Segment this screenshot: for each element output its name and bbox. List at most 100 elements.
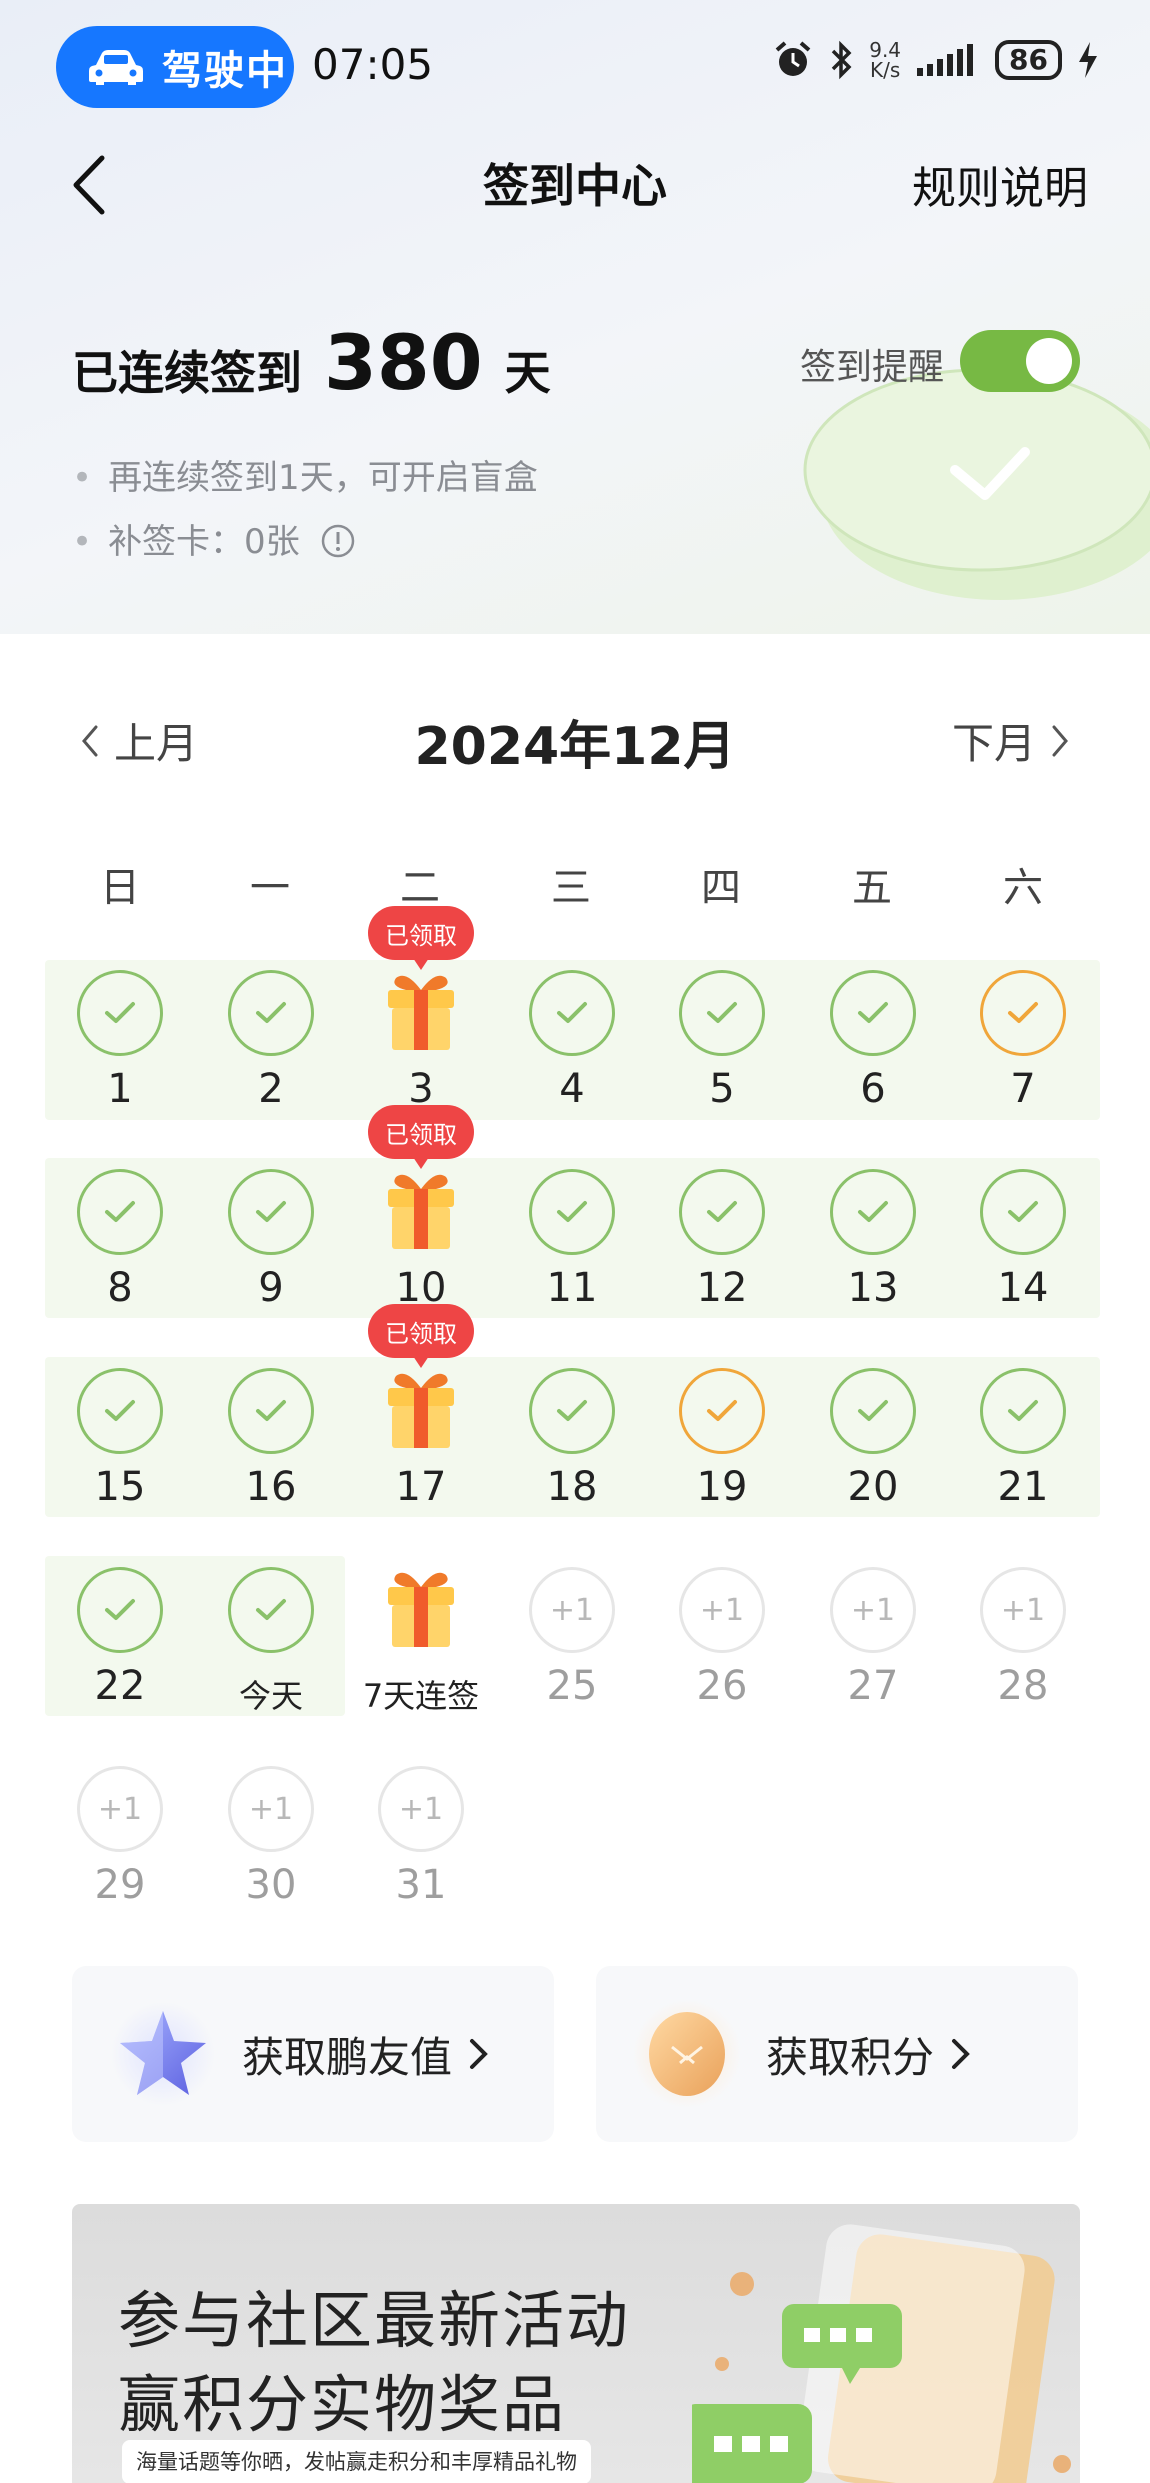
plus-one-circle: +1: [378, 1766, 464, 1852]
calendar-day[interactable]: +1 28: [948, 1567, 1098, 1717]
gift-box-icon: [388, 1373, 454, 1448]
check-icon: [1008, 1002, 1038, 1023]
calendar-day[interactable]: 16: [196, 1368, 346, 1518]
calendar-day[interactable]: 21: [948, 1368, 1098, 1518]
network-speed-unit: K/s: [869, 58, 901, 82]
checkmark-disc-decoration: [803, 368, 1150, 600]
claimed-badge: 已领取: [368, 906, 474, 970]
coin-icon: [633, 2000, 741, 2108]
alarm-icon: [775, 41, 811, 76]
calendar-day[interactable]: +1 27: [798, 1567, 948, 1717]
check-icon: [858, 1400, 888, 1421]
calendar-day[interactable]: 今天: [196, 1567, 346, 1717]
day-label: 2: [258, 1066, 284, 1112]
day-label: 19: [696, 1464, 748, 1510]
battery-indicator: 86: [995, 40, 1062, 80]
calendar-day[interactable]: 7: [948, 970, 1098, 1120]
calendar-day[interactable]: 19: [647, 1368, 797, 1518]
calendar-day[interactable]: 13: [798, 1169, 948, 1319]
signed-in-circle: [77, 1368, 163, 1454]
network-speed: 9.4 K/s: [869, 40, 901, 80]
signed-in-circle: [77, 970, 163, 1056]
streak-days: 380: [324, 318, 483, 407]
day-label: 31: [395, 1862, 447, 1908]
banner-title-line2: 赢积分实物奖品: [118, 2368, 567, 2441]
check-icon: [105, 1400, 135, 1421]
calendar-day[interactable]: 22: [45, 1567, 195, 1717]
calendar-day[interactable]: 11: [497, 1169, 647, 1319]
day-label: 22: [94, 1663, 146, 1709]
day-label: 18: [546, 1464, 598, 1510]
calendar-day[interactable]: +1 25: [497, 1567, 647, 1717]
calendar-day[interactable]: 9: [196, 1169, 346, 1319]
signed-in-circle: [529, 970, 615, 1056]
streak-summary: 已连续签到 380 天: [72, 318, 551, 407]
weekday-thu: 四: [701, 865, 741, 911]
check-icon: [256, 1599, 286, 1620]
signed-in-circle: [77, 1567, 163, 1653]
star-icon: [111, 2002, 215, 2106]
makeup-signed-circle: [980, 970, 1066, 1056]
blind-box-hint: 再连续签到1天，可开启盲盒: [72, 450, 538, 499]
friend-value-label: 获取鹏友值: [242, 2032, 453, 2082]
makeup-signed-circle: [679, 1368, 765, 1454]
rules-link[interactable]: 规则说明: [912, 152, 1088, 216]
points-card[interactable]: 获取积分: [596, 1966, 1078, 2142]
chat-bubbles-illustration: [692, 2224, 1071, 2483]
day-label: 29: [94, 1862, 146, 1908]
day-label: 25: [546, 1663, 598, 1709]
gift-box-icon: [388, 1174, 454, 1249]
calendar-day[interactable]: +1 29: [45, 1766, 195, 1916]
day-label: 15: [94, 1464, 146, 1510]
status-icons: 9.4 K/s 86: [773, 40, 1100, 80]
calendar-day[interactable]: 12: [647, 1169, 797, 1319]
calendar-day[interactable]: 5: [647, 970, 797, 1120]
calendar-day[interactable]: 4: [497, 970, 647, 1120]
calendar-day[interactable]: 15: [45, 1368, 195, 1518]
day-label: 9: [258, 1265, 284, 1311]
driving-mode-pill[interactable]: 驾驶中: [56, 26, 294, 108]
next-month-label: 下月: [951, 719, 1036, 768]
calendar-day[interactable]: 已领取 3: [346, 906, 496, 1120]
makeup-card-hint: 补签卡：0张: [72, 514, 356, 563]
signal-icon: [917, 44, 974, 76]
community-activity-banner[interactable]: 参与社区最新活动 赢积分实物奖品 海量话题等你晒，发帖赢走积分和丰厚精品礼物: [72, 2204, 1080, 2483]
calendar-day[interactable]: 已领取 17: [346, 1304, 496, 1518]
calendar-day[interactable]: 1: [45, 970, 195, 1120]
calendar-day[interactable]: +1 30: [196, 1766, 346, 1916]
check-icon: [858, 1002, 888, 1023]
check-icon: [105, 1599, 135, 1620]
calendar-day[interactable]: +1 26: [647, 1567, 797, 1717]
makeup-card-text: 补签卡：0张: [108, 522, 300, 562]
day-label: 21: [997, 1464, 1049, 1510]
calendar-day[interactable]: 14: [948, 1169, 1098, 1319]
check-icon: [557, 1002, 587, 1023]
calendar-day[interactable]: 已领取 10: [346, 1105, 496, 1319]
plus-one-circle: +1: [529, 1567, 615, 1653]
check-icon: [105, 1201, 135, 1222]
calendar-day[interactable]: 7天连签: [346, 1567, 496, 1717]
streak-prefix: 已连续签到: [72, 346, 302, 400]
day-label: 7: [1010, 1066, 1036, 1112]
calendar-day[interactable]: 20: [798, 1368, 948, 1518]
check-icon: [858, 1201, 888, 1222]
signed-in-circle: [77, 1169, 163, 1255]
calendar-day[interactable]: 2: [196, 970, 346, 1120]
calendar-day[interactable]: +1 31: [346, 1766, 496, 1916]
day-label: 1: [107, 1066, 133, 1112]
calendar-day[interactable]: 6: [798, 970, 948, 1120]
reminder-toggle[interactable]: [960, 330, 1080, 392]
calendar-day[interactable]: 18: [497, 1368, 647, 1518]
info-icon[interactable]: [320, 523, 356, 559]
day-label: 11: [546, 1265, 598, 1311]
day-label: 14: [997, 1265, 1049, 1311]
plus-one-circle: +1: [980, 1567, 1066, 1653]
next-month-button[interactable]: 下月: [952, 710, 1070, 771]
friend-value-card[interactable]: 获取鹏友值: [72, 1966, 554, 2142]
weekday-fri: 五: [852, 865, 892, 911]
calendar-day[interactable]: 8: [45, 1169, 195, 1319]
check-icon: [256, 1002, 286, 1023]
signed-in-circle: [679, 970, 765, 1056]
claimed-badge: 已领取: [368, 1105, 474, 1169]
banner-subtitle: 海量话题等你晒，发帖赢走积分和丰厚精品礼物: [122, 2440, 591, 2483]
